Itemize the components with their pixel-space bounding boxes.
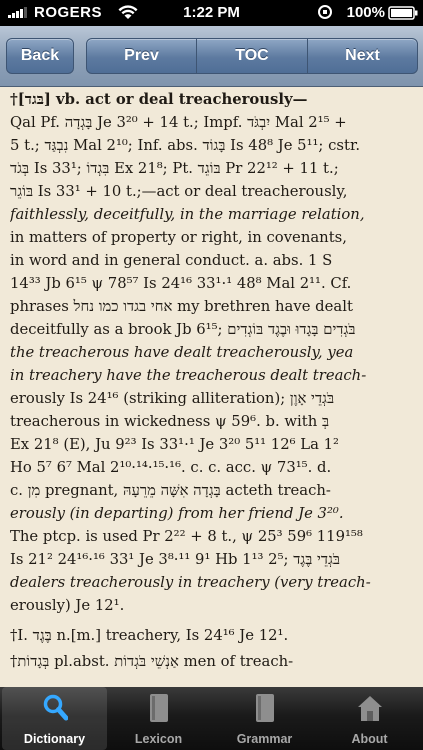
- entry-line: dealers treacherously in treachery (very…: [10, 574, 371, 591]
- status-bar: ROGERS 1:22 PM 100%: [0, 0, 423, 26]
- tab-grammar[interactable]: Grammar: [212, 687, 317, 750]
- book-icon: [150, 694, 168, 722]
- entry-line: faithlessly, deceitfully, in the marriag…: [10, 206, 365, 223]
- entry-line: erously Is 24¹⁶ (striking alliteration);…: [10, 390, 335, 407]
- entry-line: Is 21² 24¹⁶·¹⁶ 33¹ Je 3⁸·¹¹ 9¹ Hb 1¹³ 2⁵…: [10, 551, 341, 568]
- entry-line: The ptcp. is used Pr 2²² + 8 t., ψ 25³ 5…: [10, 528, 363, 545]
- entry-line: deceitfully as a brook Jb 6¹⁵; בֹּגְדִים…: [10, 321, 356, 338]
- prev-button[interactable]: Prev: [87, 39, 196, 73]
- entry-line: †[בּגד] vb. act or deal treacherously—: [10, 91, 308, 108]
- battery-percent: 100%: [346, 4, 385, 21]
- tab-dictionary[interactable]: Dictionary: [2, 687, 107, 750]
- entry-line: 14³³ Jb 6¹⁵ ψ 78⁵⁷ Is 24¹⁶ 33¹·¹ 48⁸ Mal…: [10, 275, 352, 292]
- back-button[interactable]: Back: [6, 38, 74, 74]
- magnifier-icon: [43, 694, 68, 721]
- entry-line: erously (in departing) from her friend J…: [10, 505, 344, 522]
- next-button[interactable]: Next: [308, 39, 417, 73]
- entry-line: in matters of property or right, in cove…: [10, 229, 347, 246]
- entry-line: phrases אחי בגדו כמו נחל my brethren hav…: [10, 298, 353, 315]
- entry-line: the treacherous have dealt treacherously…: [10, 344, 354, 361]
- entry-line: 5 t.; נִבְגַּד Mal 2¹⁰; Inf. abs. בָּגוֹ…: [10, 137, 361, 154]
- toc-button[interactable]: TOC: [197, 39, 307, 73]
- book-icon: [256, 694, 274, 722]
- entry-line: בְּגֹד Is 33¹; בִּגְדוֹ Ex 21⁸; Pt. בּוֹ…: [10, 160, 339, 177]
- entry-line: c. מִן pregnant, בָּגְדָה אִשָּׁה מֵרֵעָ…: [10, 482, 331, 499]
- entry-line: in treachery have the treacherous dealt …: [10, 367, 367, 384]
- entry-line: †I. בֶּגֶד n.[m.] treachery, Is 24¹⁶ Je …: [10, 627, 289, 644]
- entry-line: Ex 21⁸ (E), Ju 9²³ Is 33¹·¹ Je 3²⁰ 5¹¹ 1…: [10, 436, 339, 453]
- entry-line: erously) Je 12¹.: [10, 597, 125, 614]
- entry-line: Ho 5⁷ 6⁷ Mal 2¹⁰·¹⁴·¹⁵·¹⁶. c. c. acc. ψ …: [10, 459, 332, 476]
- tab-label: About: [351, 732, 388, 746]
- house-icon: [358, 696, 382, 721]
- entry-line: Qal Pf. בָּגְדָה Je 3²⁰ + 14 t.; Impf. י…: [10, 114, 347, 131]
- entry-line: in word and in general conduct. a. abs. …: [10, 252, 333, 269]
- navigation-toolbar: Back Prev TOC Next: [0, 26, 423, 87]
- battery-icon: [388, 6, 418, 20]
- tab-lexicon[interactable]: Lexicon: [106, 687, 211, 750]
- tab-label: Dictionary: [23, 732, 86, 746]
- entry-line: בּוֹגֵר Is 33¹ + 10 t.;—act or deal trea…: [10, 183, 348, 200]
- tab-label: Grammar: [236, 732, 293, 746]
- tab-label: Lexicon: [134, 732, 183, 746]
- dictionary-entry-page[interactable]: †[בּגד] vb. act or deal treacherously— Q…: [0, 87, 423, 687]
- entry-line: †בְּגָדוֹת pl.abst. אַנְשֵׁי בֹּגְדוֹת m…: [10, 653, 294, 670]
- page-navigation-control: Prev TOC Next: [86, 38, 418, 74]
- tab-about[interactable]: About: [317, 687, 422, 750]
- tab-bar: Dictionary Lexicon Grammar About: [0, 687, 423, 750]
- entry-line: treacherous in wickedness ψ 59⁶. b. with…: [10, 413, 330, 430]
- rotation-lock-icon: [318, 5, 332, 19]
